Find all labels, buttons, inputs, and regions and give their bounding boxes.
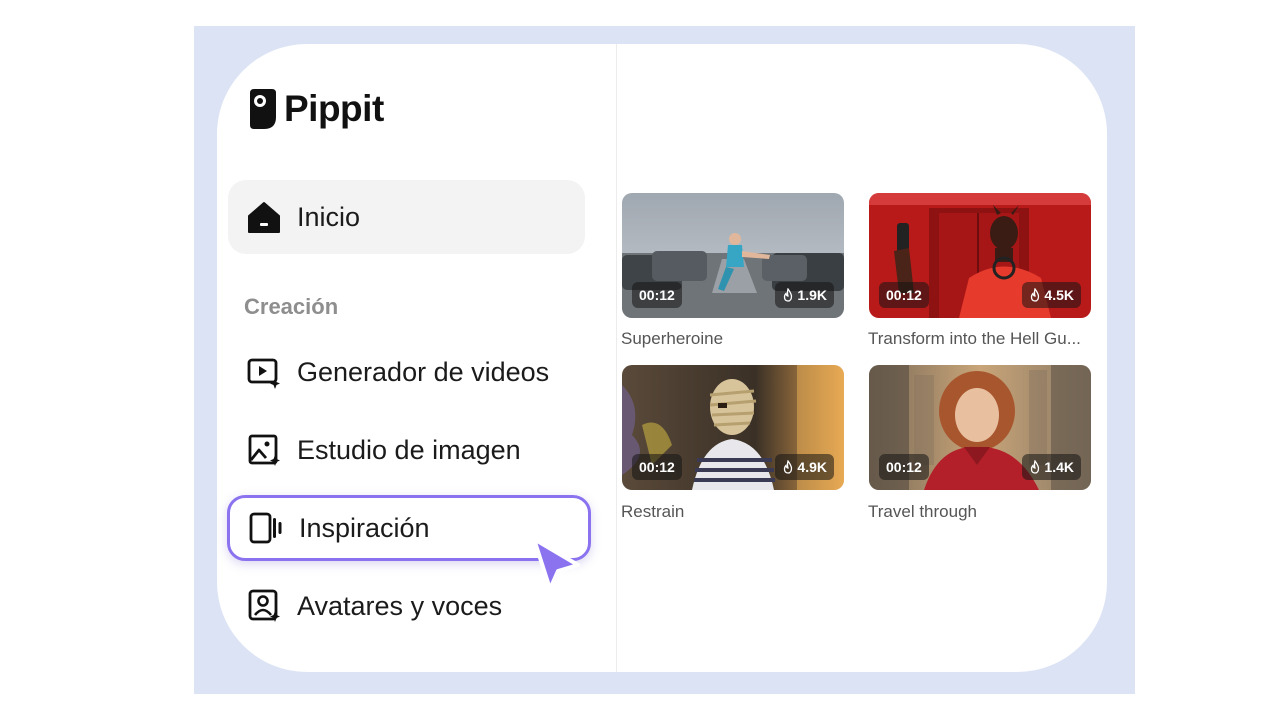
views-count: 1.9K <box>797 287 827 303</box>
nav-item-label: Generador de videos <box>297 356 550 387</box>
nav-item-label: Inspiración <box>299 512 430 543</box>
duration-badge: 00:12 <box>632 282 682 308</box>
video-card-restrain[interactable]: 00:12 4.9K <box>622 365 844 490</box>
views-badge: 4.9K <box>775 454 834 480</box>
image-studio-icon <box>248 434 280 466</box>
section-heading-creacion: Creación <box>244 294 339 319</box>
video-title[interactable]: Transform into the Hell Gu... <box>868 329 1090 349</box>
views-badge: 4.5K <box>1022 282 1081 308</box>
views-count: 4.5K <box>1044 287 1074 303</box>
nav-item-image-studio[interactable]: Estudio de imagen <box>228 413 585 487</box>
video-card-superheroine[interactable]: 00:12 1.9K <box>622 193 844 318</box>
flame-icon <box>1031 460 1040 474</box>
video-title[interactable]: Superheroine <box>621 329 843 349</box>
brand-name: Pippit <box>284 88 384 129</box>
duration-badge: 00:12 <box>879 454 929 480</box>
nav-item-label: Inicio <box>297 201 361 232</box>
views-count: 4.9K <box>797 459 827 475</box>
app-window: Pippit Inicio Creación Generador de vide… <box>217 44 1107 672</box>
avatar-voice-icon <box>248 589 280 622</box>
views-badge: 1.4K <box>1022 454 1081 480</box>
views-count: 1.4K <box>1044 459 1074 475</box>
duration-badge: 00:12 <box>879 282 929 308</box>
nav-item-home[interactable]: Inicio <box>228 180 585 254</box>
views-badge: 1.9K <box>775 282 834 308</box>
mouse-pointer-icon <box>532 537 580 591</box>
flame-icon <box>784 460 793 474</box>
brand-logo[interactable]: Pippit <box>246 88 384 130</box>
nav-item-label: Estudio de imagen <box>297 434 521 465</box>
video-card-hell-guard[interactable]: 00:12 4.5K <box>869 193 1091 318</box>
video-title[interactable]: Travel through <box>868 502 1090 522</box>
flame-icon <box>784 288 793 302</box>
video-title[interactable]: Restrain <box>621 502 843 522</box>
video-generator-icon <box>247 358 280 389</box>
video-card-travel-through[interactable]: 00:12 1.4K <box>869 365 1091 490</box>
flame-icon <box>1031 288 1040 302</box>
inspiration-icon <box>249 512 282 544</box>
nav-item-label: Avatares y voces <box>297 590 503 621</box>
home-icon <box>248 202 280 233</box>
pippit-logo-icon <box>250 89 276 129</box>
duration-badge: 00:12 <box>632 454 682 480</box>
sidebar-divider <box>616 44 617 672</box>
nav-item-video-generator[interactable]: Generador de videos <box>228 335 585 409</box>
